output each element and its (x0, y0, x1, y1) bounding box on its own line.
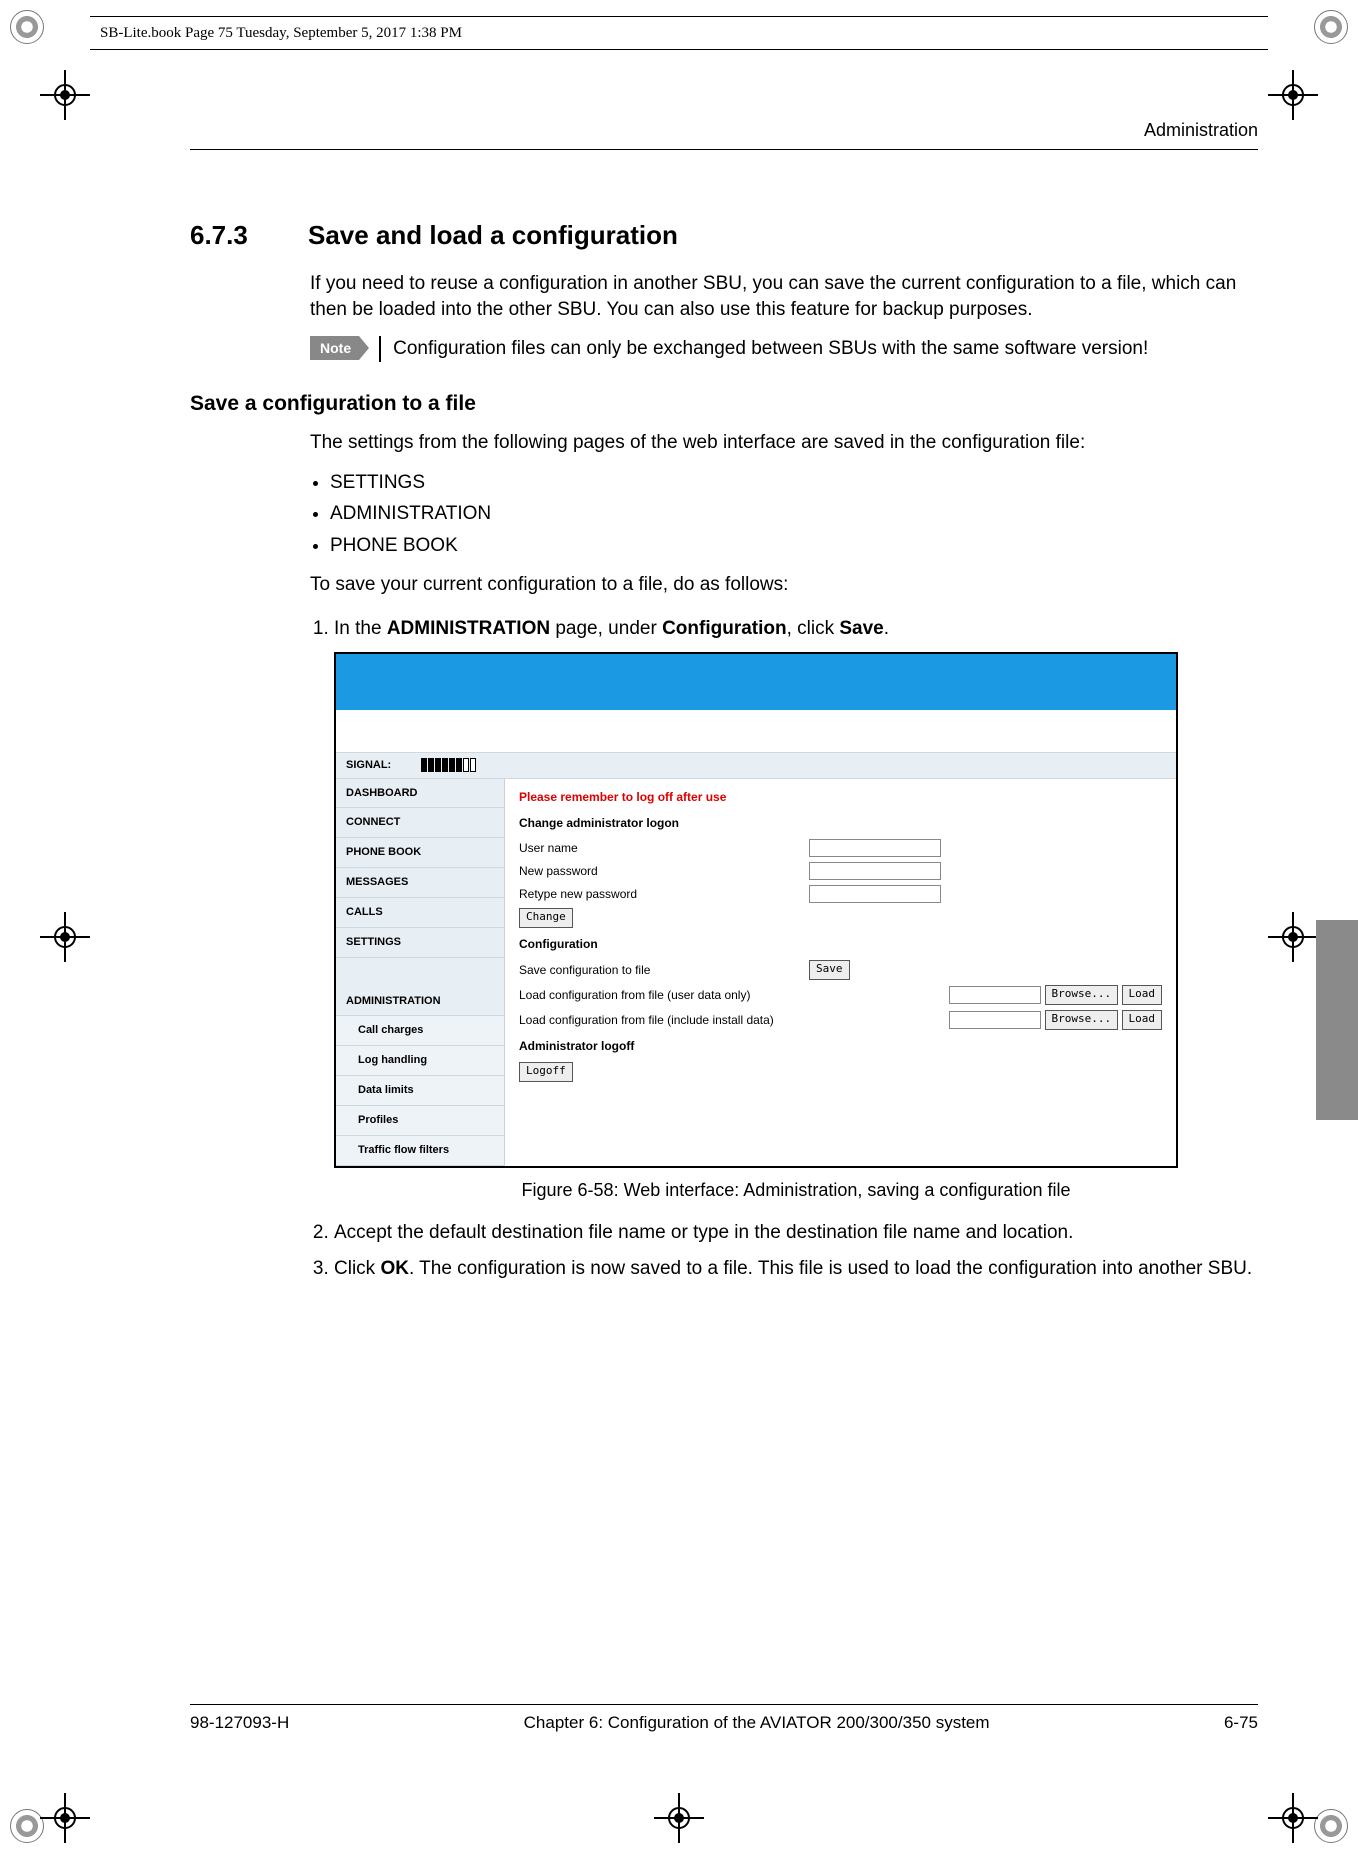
nav-phone-book[interactable]: PHONE BOOK (336, 838, 504, 868)
registration-mark-icon (1268, 70, 1318, 120)
step-3: Click OK. The configuration is now saved… (334, 1256, 1258, 1282)
nav-settings[interactable]: SETTINGS (336, 928, 504, 958)
crop-ring-icon (10, 1809, 44, 1843)
subnav-traffic-flow-filters[interactable]: Traffic flow filters (336, 1136, 504, 1166)
save-intro: The settings from the following pages of… (310, 430, 1258, 456)
footer-doc-number: 98-127093-H (190, 1713, 289, 1733)
heading-save-config: Save a configuration to a file (190, 392, 1258, 416)
signal-strength-icon (421, 758, 476, 772)
group-change-logon: Change administrator logon (519, 815, 1162, 831)
input-user-name[interactable] (809, 839, 941, 857)
subnav-call-charges[interactable]: Call charges (336, 1016, 504, 1046)
logoff-button[interactable]: Logoff (519, 1062, 573, 1082)
group-configuration: Configuration (519, 936, 1162, 952)
registration-mark-icon (1268, 1793, 1318, 1843)
registration-mark-icon (1268, 912, 1318, 962)
input-new-password[interactable] (809, 862, 941, 880)
note-text: Configuration files can only be exchange… (379, 336, 1148, 362)
header-rule (190, 147, 1258, 150)
save-follow: To save your current configuration to a … (310, 572, 1258, 598)
nav-calls[interactable]: CALLS (336, 898, 504, 928)
subnav-data-limits[interactable]: Data limits (336, 1076, 504, 1106)
intro-paragraph: If you need to reuse a configuration in … (310, 271, 1258, 322)
nav-dashboard[interactable]: DASHBOARD (336, 779, 504, 809)
registration-mark-icon (40, 1793, 90, 1843)
label-retype-password: Retype new password (519, 886, 809, 902)
crop-ring-icon (10, 10, 44, 44)
step-2: Accept the default destination file name… (334, 1220, 1258, 1246)
label-save-config: Save configuration to file (519, 962, 809, 978)
bullet-administration: ADMINISTRATION (330, 501, 1258, 527)
registration-mark-icon (40, 912, 90, 962)
logoff-reminder: Please remember to log off after use (519, 789, 1162, 805)
crop-ring-icon (1314, 10, 1348, 44)
footer-chapter: Chapter 6: Configuration of the AVIATOR … (524, 1713, 990, 1733)
subnav-log-handling[interactable]: Log handling (336, 1046, 504, 1076)
figure-sidebar: DASHBOARD CONNECT PHONE BOOK MESSAGES CA… (336, 779, 505, 1166)
label-load-install-data: Load configuration from file (include in… (519, 1012, 819, 1028)
signal-label: SIGNAL: (346, 758, 391, 773)
figure-header-bar (336, 654, 1176, 710)
bullet-phone-book: PHONE BOOK (330, 533, 1258, 559)
nav-messages[interactable]: MESSAGES (336, 868, 504, 898)
label-user-name: User name (519, 840, 809, 856)
crop-ring-icon (1314, 1809, 1348, 1843)
nav-connect[interactable]: CONNECT (336, 808, 504, 838)
section-title: Save and load a configuration (308, 220, 678, 251)
input-file-user[interactable] (949, 986, 1041, 1004)
label-load-user-data: Load configuration from file (user data … (519, 987, 819, 1003)
browse-button[interactable]: Browse... (1045, 1010, 1119, 1030)
save-button[interactable]: Save (809, 960, 850, 980)
subnav-profiles[interactable]: Profiles (336, 1106, 504, 1136)
registration-mark-icon (40, 70, 90, 120)
load-button[interactable]: Load (1122, 985, 1163, 1005)
registration-mark-icon (654, 1793, 704, 1843)
print-header-text: SB-Lite.book Page 75 Tuesday, September … (100, 25, 462, 42)
bullet-settings: SETTINGS (330, 470, 1258, 496)
browse-button[interactable]: Browse... (1045, 985, 1119, 1005)
running-head: Administration (190, 120, 1258, 141)
thumb-tab (1316, 920, 1358, 1120)
label-new-password: New password (519, 863, 809, 879)
figure-caption: Figure 6-58: Web interface: Administrati… (334, 1178, 1258, 1202)
print-header: SB-Lite.book Page 75 Tuesday, September … (90, 16, 1268, 50)
figure-admin-screenshot: SIGNAL: DASHBOARD CONNECT PHONE BOOK MES… (334, 652, 1178, 1168)
step-1: In the ADMINISTRATION page, under Config… (334, 616, 1258, 1202)
group-logoff: Administrator logoff (519, 1038, 1162, 1054)
section-number: 6.7.3 (190, 220, 270, 251)
input-retype-password[interactable] (809, 885, 941, 903)
change-button[interactable]: Change (519, 908, 573, 928)
load-button[interactable]: Load (1122, 1010, 1163, 1030)
note-tag: Note (310, 336, 359, 360)
footer-rule (190, 1704, 1258, 1705)
footer-page-number: 6-75 (1224, 1713, 1258, 1733)
nav-administration[interactable]: ADMINISTRATION (336, 987, 504, 1017)
input-file-install[interactable] (949, 1011, 1041, 1029)
